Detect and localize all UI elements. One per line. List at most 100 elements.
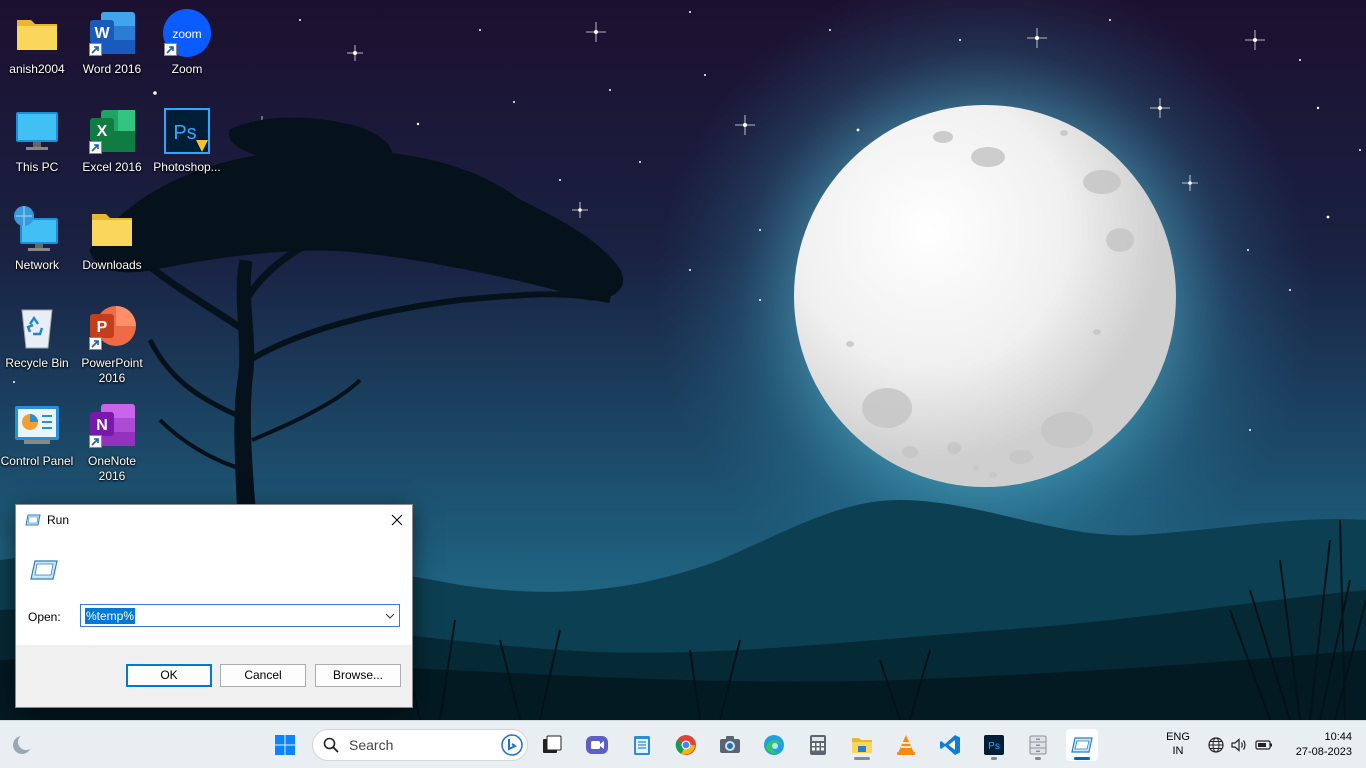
clock-time: 10:44 [1324, 731, 1352, 743]
run-dialog-body: Open: %temp% [16, 535, 412, 647]
control-panel-icon [12, 400, 62, 450]
open-label: Open: [28, 610, 61, 624]
cancel-button[interactable]: Cancel [220, 664, 306, 687]
desktop-icon-control-panel[interactable]: Control Panel [0, 396, 74, 488]
open-dropdown-button[interactable] [381, 605, 399, 626]
taskbar-app-notepad[interactable] [626, 729, 658, 761]
desktop-icon-excel-2016[interactable]: X Excel 2016 [75, 102, 149, 194]
run-dialog-footer: OK Cancel Browse... [16, 645, 412, 707]
taskbar-app-file-cabinet[interactable] [1022, 729, 1054, 761]
taskbar-app-vlc[interactable] [890, 729, 922, 761]
task-view-icon [543, 735, 562, 753]
widgets-button[interactable] [6, 729, 38, 761]
taskbar-app-vscode[interactable] [934, 729, 966, 761]
language-indicator[interactable]: ENG IN [1160, 730, 1196, 758]
run-dialog-title: Run [47, 513, 70, 527]
run-dialog: Run Open: %temp% OK Cancel Browse... [15, 504, 413, 708]
run-icon [30, 560, 58, 580]
taskbar-app-meet[interactable] [581, 729, 613, 761]
language-code: ENG [1166, 731, 1190, 743]
chevron-down-icon [385, 613, 395, 619]
vlc-icon [897, 735, 915, 755]
taskbar-app-edge[interactable] [758, 729, 790, 761]
desktop-icon-label: Photoshop... [153, 160, 221, 174]
language-region: IN [1172, 745, 1184, 757]
run-icon [25, 514, 41, 526]
desktop-icon-label: This PC [15, 160, 59, 174]
run-titlebar[interactable]: Run [16, 505, 412, 535]
taskbar-app-chrome[interactable] [670, 729, 702, 761]
camera-icon [720, 736, 740, 753]
battery-icon[interactable] [1255, 736, 1273, 754]
svg-text:Ps: Ps [173, 122, 196, 144]
clock-date: 27-08-2023 [1295, 746, 1352, 758]
windows-logo-icon [275, 735, 295, 755]
search-icon [323, 737, 339, 753]
taskbar-app-calculator[interactable] [802, 729, 834, 761]
desktop-icon-label: anish2004 [9, 62, 65, 76]
task-view-button[interactable] [536, 729, 568, 761]
desktop-icon-word-2016[interactable]: W Word 2016 [75, 4, 149, 96]
taskbar-app-run[interactable] [1066, 729, 1098, 761]
close-icon [391, 514, 403, 526]
file-explorer-icon [852, 738, 872, 753]
onenote-icon: N [87, 400, 137, 450]
svg-text:N: N [96, 417, 108, 434]
taskbar-app-file-explorer[interactable] [846, 729, 878, 761]
desktop-icon-zoom[interactable]: zoom Zoom [150, 4, 224, 96]
powerpoint-icon: P [87, 302, 137, 352]
open-input[interactable]: %temp% [81, 605, 381, 626]
photoshop-icon: Ps [162, 106, 212, 156]
shortcut-arrow-icon [164, 43, 177, 56]
taskbar-app-photoshop[interactable]: Ps [978, 729, 1010, 761]
chrome-icon [675, 735, 696, 755]
svg-text:W: W [94, 25, 110, 42]
excel-icon: X [87, 106, 137, 156]
folder-icon [87, 204, 137, 254]
shortcut-arrow-icon [89, 435, 102, 448]
svg-text:X: X [97, 123, 108, 140]
desktop-icon-anish2004[interactable]: anish2004 [0, 4, 74, 96]
desktop-icon-recycle-bin[interactable]: Recycle Bin [0, 298, 74, 390]
open-combobox[interactable]: %temp% [80, 604, 400, 627]
desktop-icon-label: Control Panel [0, 454, 74, 468]
desktop-icon-label: Excel 2016 [82, 160, 142, 174]
desktop-icon-this-pc[interactable]: This PC [0, 102, 74, 194]
close-button[interactable] [382, 505, 412, 535]
taskbar-search[interactable]: Search [312, 729, 528, 761]
desktop-icon-powerpoint-2016[interactable]: P PowerPoint 2016 [75, 298, 149, 390]
search-placeholder: Search [349, 737, 394, 753]
ok-button[interactable]: OK [126, 664, 212, 687]
file-cabinet-icon [1029, 735, 1047, 755]
zoom-brand-text: zoom [172, 27, 201, 41]
network-globe-icon[interactable] [1207, 736, 1225, 754]
run-icon [1071, 737, 1093, 753]
vscode-icon [940, 735, 960, 755]
photoshop-icon: Ps [984, 735, 1004, 755]
word-icon: W [87, 8, 137, 58]
network-icon [12, 204, 62, 254]
start-button[interactable] [269, 729, 301, 761]
folder-icon [12, 8, 62, 58]
edge-icon [764, 735, 784, 755]
desktop-icon-label: Word 2016 [82, 62, 142, 76]
desktop-icon-label: OneNote 2016 [87, 454, 137, 483]
desktop-icon-onenote-2016[interactable]: N OneNote 2016 [75, 396, 149, 488]
browse-button[interactable]: Browse... [315, 664, 401, 687]
taskbar: Search Ps ENG IN 10:44 27-08-2023 [0, 720, 1366, 768]
notepad-icon [634, 736, 650, 755]
recycle-bin-icon [12, 302, 62, 352]
calculator-icon [810, 735, 826, 755]
taskbar-clock[interactable]: 10:44 27-08-2023 [1296, 730, 1352, 760]
computer-icon [12, 106, 62, 156]
volume-icon[interactable] [1230, 736, 1248, 754]
desktop-icon-downloads[interactable]: Downloads [75, 200, 149, 292]
taskbar-app-camera[interactable] [714, 729, 746, 761]
desktop-icon-label: Downloads [82, 258, 142, 272]
bing-icon[interactable] [501, 734, 523, 756]
desktop-icon-photoshop[interactable]: Ps Photoshop... [150, 102, 224, 194]
weather-moon-icon [13, 734, 34, 754]
shortcut-arrow-icon [89, 141, 102, 154]
desktop-icon-network[interactable]: Network [0, 200, 74, 292]
desktop-icon-label: Zoom [171, 62, 203, 76]
